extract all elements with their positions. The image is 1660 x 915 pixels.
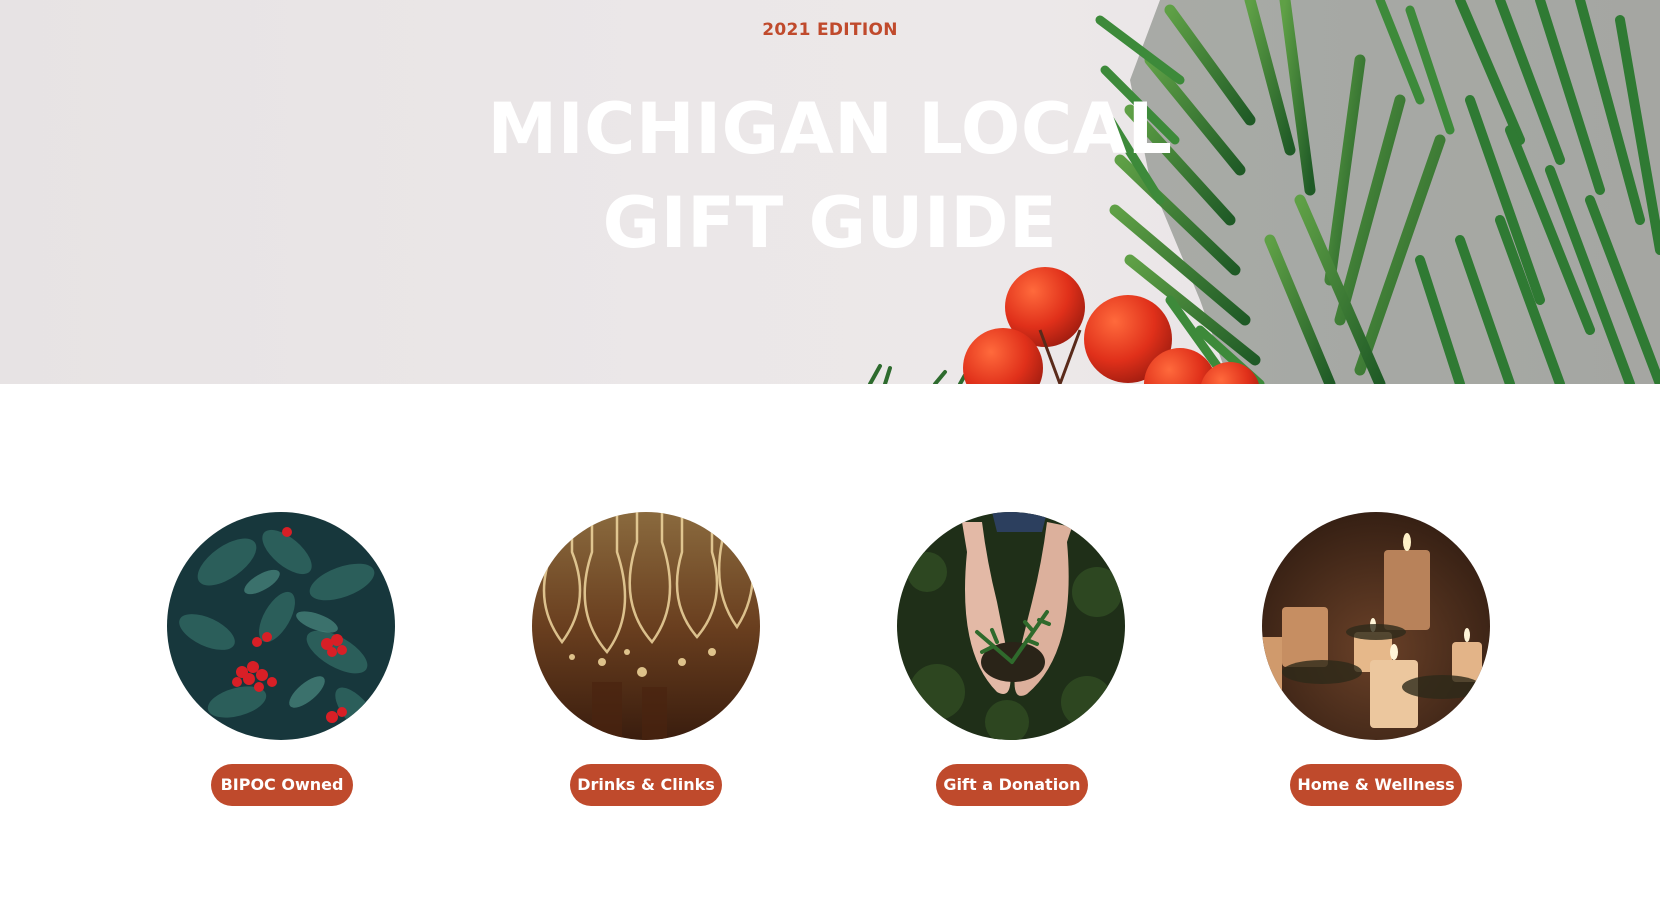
hero-banner: 2021 EDITION MICHIGAN LOCAL GIFT GUIDE	[0, 0, 1660, 384]
bipoc-owned-button[interactable]: BIPOC Owned	[211, 764, 353, 806]
lit-candles-image[interactable]	[1262, 512, 1490, 740]
page-title: MICHIGAN LOCAL GIFT GUIDE	[0, 82, 1660, 270]
hands-holding-seedling-image[interactable]	[897, 512, 1125, 740]
page-title-line-1: MICHIGAN LOCAL	[487, 88, 1173, 170]
gift-a-donation-button[interactable]: Gift a Donation	[936, 764, 1088, 806]
drinks-and-clinks-button[interactable]: Drinks & Clinks	[570, 764, 722, 806]
holly-berries-image[interactable]	[167, 512, 395, 740]
hanging-wine-glasses-image[interactable]	[532, 512, 760, 740]
home-and-wellness-button[interactable]: Home & Wellness	[1290, 764, 1462, 806]
edition-label: 2021 EDITION	[762, 20, 898, 40]
gift-guide-page: 2021 EDITION MICHIGAN LOCAL GIFT GUIDE B…	[0, 0, 1660, 915]
page-title-line-2: GIFT GUIDE	[602, 182, 1058, 264]
